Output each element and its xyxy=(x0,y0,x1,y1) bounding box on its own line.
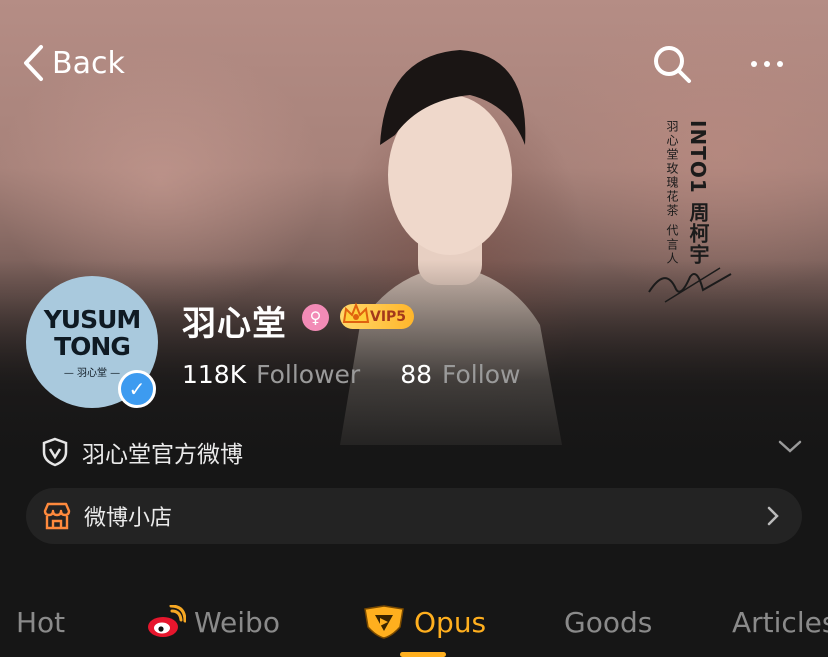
weibo-shop-bar[interactable]: 微博小店 xyxy=(26,488,802,544)
store-icon xyxy=(43,502,71,530)
dot-icon xyxy=(764,61,770,67)
vip-badge[interactable]: VIP5 xyxy=(340,302,415,329)
active-tab-indicator xyxy=(400,652,446,657)
chevron-left-icon xyxy=(24,45,43,81)
following-label[interactable]: Follow xyxy=(442,360,520,389)
shield-icon xyxy=(42,437,68,467)
followers-label[interactable]: Follower xyxy=(256,360,360,389)
profile-tabs: Hot Weibo Opus Goods Articles xyxy=(0,590,828,657)
profile-name: 羽心堂 xyxy=(182,304,287,344)
verification-row[interactable]: 羽心堂官方微博 xyxy=(42,434,802,470)
tab-weibo[interactable]: Weibo xyxy=(146,602,280,642)
follow-stats: 118K Follower 88 Follow xyxy=(182,360,520,389)
tab-articles[interactable]: Articles xyxy=(732,602,828,642)
weibo-logo-icon xyxy=(148,605,186,637)
signature-mark xyxy=(648,267,732,303)
chevron-right-icon xyxy=(767,506,779,526)
tab-label: Goods xyxy=(564,605,653,639)
back-label: Back xyxy=(52,45,125,81)
tab-label: Weibo xyxy=(194,605,280,639)
verification-text: 羽心堂官方微博 xyxy=(82,442,243,468)
vip-label: VIP5 xyxy=(370,308,407,325)
top-nav-bar: Back xyxy=(0,38,828,90)
followers-count[interactable]: 118K xyxy=(182,360,246,389)
more-options-button[interactable] xyxy=(742,42,792,86)
chevron-down-icon[interactable] xyxy=(778,440,802,454)
following-count[interactable]: 88 xyxy=(400,360,432,389)
verified-badge-icon: ✓ xyxy=(118,370,156,408)
avatar-text-line2: TONG xyxy=(54,331,131,361)
tab-goods[interactable]: Goods xyxy=(564,602,652,642)
opus-badge-icon xyxy=(364,605,404,639)
avatar-text-line1: YUSUM xyxy=(43,304,142,334)
tab-label: Hot xyxy=(16,605,66,639)
dot-icon xyxy=(777,61,783,67)
tab-opus[interactable]: Opus xyxy=(362,602,486,642)
cover-vertical-subtitle: 羽心堂玫瑰花茶 代言人 xyxy=(665,120,679,266)
shop-label: 微博小店 xyxy=(84,506,173,531)
gender-female-icon: ♀ xyxy=(302,304,329,331)
dot-icon xyxy=(751,61,757,67)
tab-hot[interactable]: Hot xyxy=(16,602,65,642)
search-icon xyxy=(654,46,691,83)
avatar-text-line3: — 羽心堂 — xyxy=(63,367,121,379)
crown-icon xyxy=(342,302,370,323)
cover-vertical-title: INTO1 周柯宇 xyxy=(686,120,710,265)
search-button[interactable] xyxy=(650,42,694,86)
tab-label: Articles xyxy=(732,605,828,639)
tab-label: Opus xyxy=(414,605,487,639)
back-button[interactable]: Back xyxy=(22,38,125,88)
